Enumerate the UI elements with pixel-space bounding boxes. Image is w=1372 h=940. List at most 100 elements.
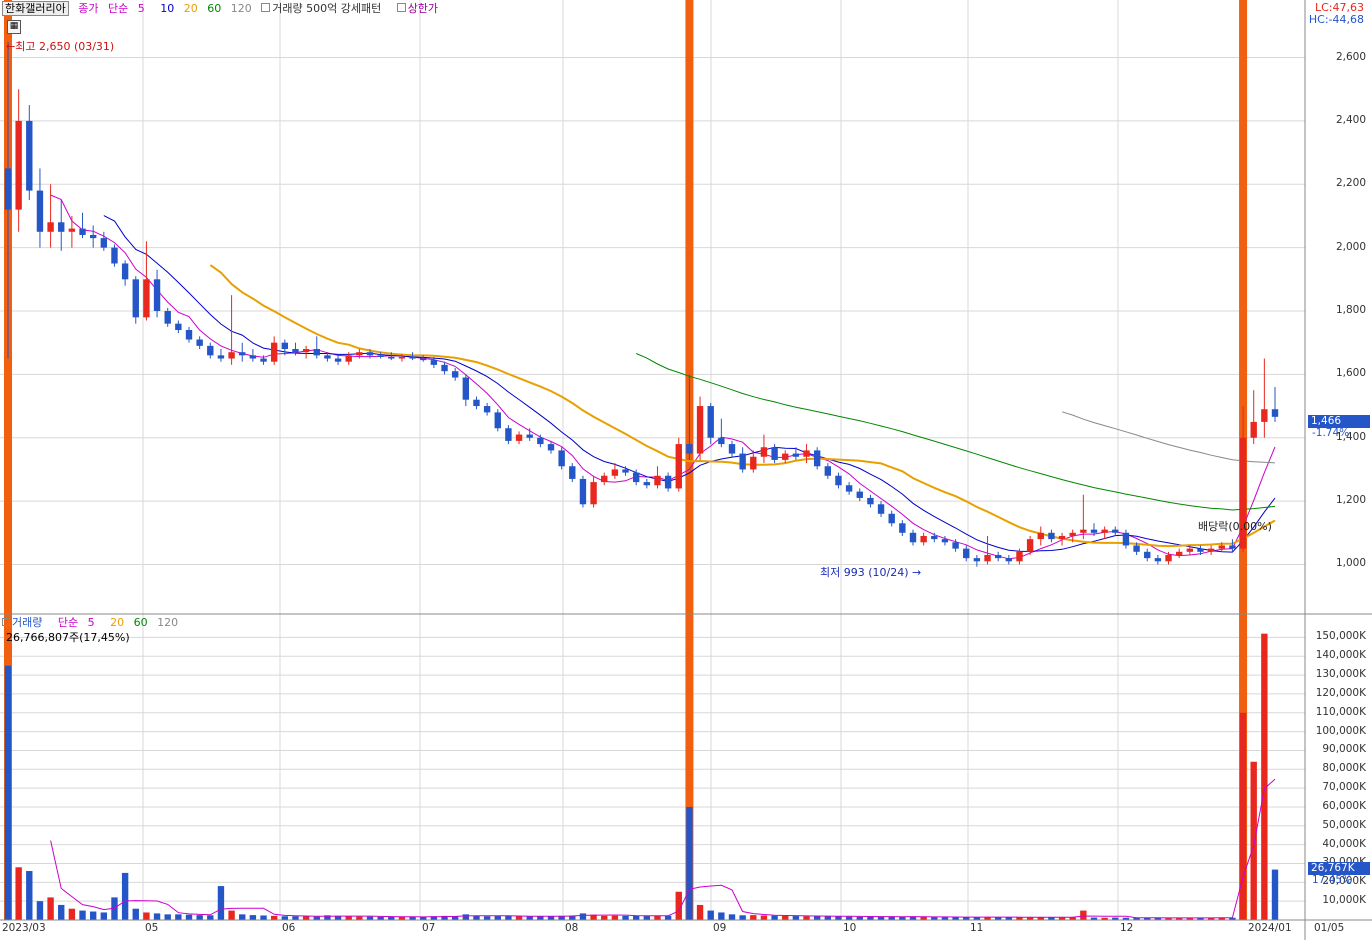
candle-body: [483, 406, 491, 413]
candle-body: [569, 466, 576, 479]
volume-bar: [696, 904, 704, 920]
time-tick-label: 06: [282, 922, 296, 934]
volume-bar: [4, 665, 12, 920]
volume-ma5-line: [50, 778, 1276, 919]
volume-bar: [26, 871, 33, 920]
ma60-label[interactable]: 60: [207, 2, 221, 15]
volume-title[interactable]: 거래량: [2, 616, 48, 629]
chart-canvas[interactable]: [0, 0, 1372, 940]
candle-body: [984, 554, 991, 562]
candle-body: [835, 475, 842, 486]
pattern-label[interactable]: 거래량 500억 강세패턴: [261, 2, 387, 15]
volume-bar: [15, 867, 22, 920]
ma20-label[interactable]: 20: [184, 2, 198, 15]
candle-body: [1005, 558, 1013, 562]
volume-checkbox-icon: [2, 618, 10, 626]
volume-bar: [132, 908, 139, 920]
candle-body: [952, 542, 959, 549]
candle-body: [664, 475, 672, 489]
price-tick-label: 2,600: [1335, 50, 1366, 63]
candle-body: [611, 469, 619, 476]
candle-body: [718, 437, 725, 445]
candle-body: [473, 399, 480, 407]
volume-bar: [260, 915, 267, 920]
volume-ma20-label[interactable]: 20: [110, 616, 124, 629]
candle-body: [963, 548, 970, 559]
volume-bar: [622, 915, 629, 920]
ma10-label[interactable]: 10: [160, 2, 174, 15]
candle-body: [196, 339, 203, 346]
candle-body: [601, 475, 608, 483]
stock-name-button[interactable]: 한화갤러리아: [2, 1, 69, 16]
volume-bar: [36, 901, 44, 920]
data-table-icon[interactable]: ▦: [7, 20, 21, 34]
candle-body: [803, 450, 810, 457]
high-annotation: ←최고 2,650 (03/31): [6, 38, 114, 54]
volume-bar: [79, 910, 86, 920]
candle-body: [931, 535, 938, 540]
volume-bar: [771, 915, 778, 920]
candle-body: [89, 234, 97, 239]
volume-bar: [228, 910, 235, 920]
candle-body: [547, 444, 555, 451]
ma-line-60: [636, 353, 1276, 511]
candle-body: [707, 406, 714, 438]
volume-bar: [686, 806, 693, 920]
price-legend: 한화갤러리아 종가 단순 5 10 20 60 120 거래량 500억 강세패…: [2, 1, 450, 17]
candle-body: [526, 434, 533, 438]
volume-bar: [462, 914, 470, 920]
volume-bar: [718, 912, 725, 920]
volume-bar: [601, 915, 608, 920]
volume-bar: [792, 916, 800, 920]
price-tick-label: 1,200: [1335, 494, 1366, 507]
candle-body: [451, 371, 459, 378]
candle-body: [1175, 551, 1183, 555]
volume-bar: [356, 916, 363, 920]
candle-body: [654, 475, 661, 486]
candle-body: [1016, 551, 1023, 562]
volume-bar: [473, 915, 480, 920]
candle-body: [249, 355, 257, 359]
candle-body: [26, 120, 33, 191]
candle-body: [143, 279, 150, 318]
volume-bar: [100, 912, 108, 920]
time-tick-label: 11: [970, 922, 984, 934]
candle-body: [579, 478, 587, 505]
candle-body: [824, 466, 832, 476]
close-ma-label[interactable]: 종가 단순 5: [78, 2, 151, 15]
volume-bar: [739, 915, 746, 920]
volume-tick-label: 80,000K: [1322, 762, 1366, 775]
volume-ma5-label[interactable]: 단순 5: [58, 616, 101, 629]
volume-bar: [824, 916, 832, 920]
candle-body: [899, 523, 906, 533]
candle-body: [1037, 532, 1044, 540]
candle-body: [1069, 532, 1076, 536]
volume-ma120-label[interactable]: 120: [157, 616, 178, 629]
candle-body: [675, 444, 682, 489]
candle-body: [1026, 539, 1034, 552]
candle-body: [4, 168, 12, 210]
candle-body: [1250, 421, 1257, 438]
volume-ma5-value: 5: [87, 616, 95, 629]
candle-body: [696, 406, 704, 454]
volume-tick-label: 40,000K: [1322, 837, 1366, 850]
volume-tick-label: 50,000K: [1322, 818, 1366, 831]
volume-bar: [782, 915, 789, 920]
grid-layer: [0, 0, 1305, 920]
ma-line-5: [50, 194, 1276, 560]
candle-body: [1058, 535, 1066, 540]
time-tick-label: 05: [145, 922, 159, 934]
volume-bar: [750, 915, 757, 920]
ma120-label[interactable]: 120: [231, 2, 252, 15]
volume-bar: [121, 872, 129, 920]
candle-body: [1101, 529, 1108, 533]
price-tick-label: 2,400: [1335, 113, 1366, 126]
volume-ma60-label[interactable]: 60: [134, 616, 148, 629]
current-volume-pct: 17.45%: [1312, 874, 1353, 886]
limit-label[interactable]: 상한가: [396, 2, 444, 15]
candle-body: [888, 513, 895, 524]
volume-bar: [281, 916, 289, 920]
candle-body: [68, 228, 76, 232]
volume-bar: [366, 916, 374, 920]
candle-body: [121, 263, 129, 280]
